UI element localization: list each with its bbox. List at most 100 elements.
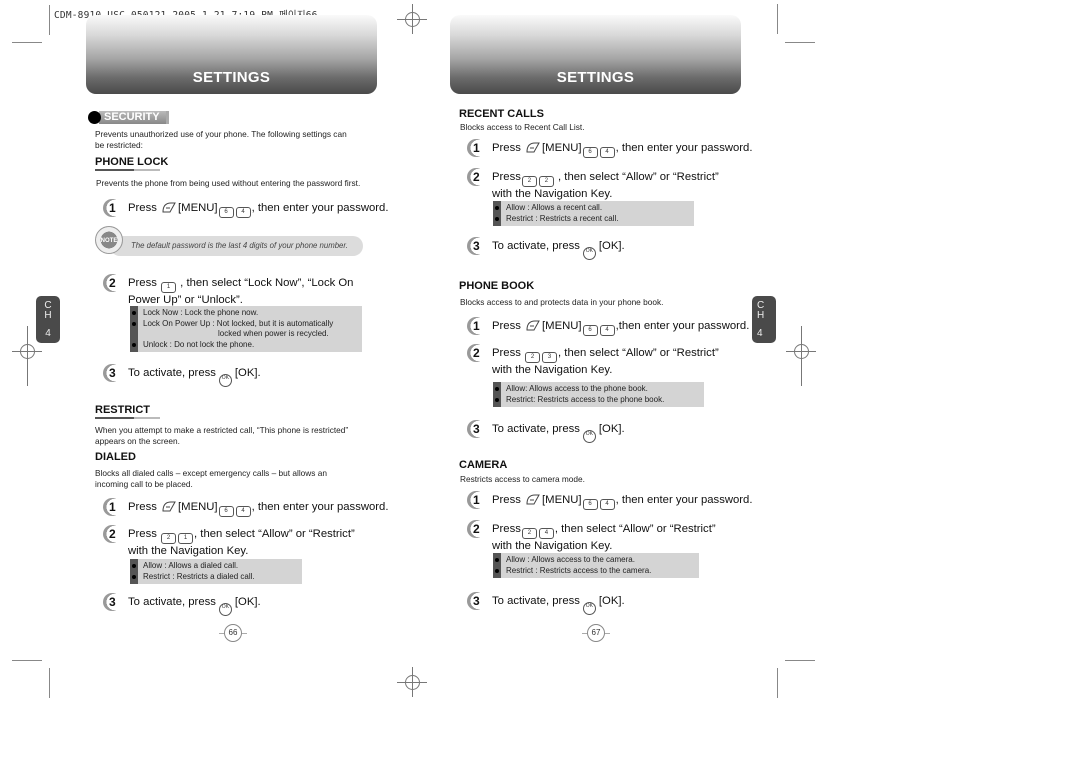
step-text: Press [492, 347, 521, 359]
bullet-item: Lock On Power Up : Not locked, but it is… [132, 319, 358, 330]
camera-desc: Restricts access to camera mode. [460, 474, 585, 484]
chapter-tab-h: H [757, 310, 765, 321]
step-text: , then select “Lock Now”, “Lock On [177, 277, 354, 289]
step-text: with the Navigation Key. [492, 364, 613, 376]
step-text: , then enter your password. [615, 142, 753, 154]
step-number-icon: 2 [103, 274, 121, 292]
step-text: To activate, press [128, 596, 216, 608]
step-number-icon: 1 [467, 491, 485, 509]
step-text: Press [492, 171, 521, 183]
step-item: 2 Press 1 , then select “Lock Now”, “Loc… [103, 274, 354, 307]
registration-mark-icon [397, 4, 427, 34]
bullet-item-continuation: locked when power is recycled. [218, 329, 329, 338]
key-4-icon: 4 [599, 499, 615, 510]
step-text: To activate, press [492, 423, 580, 435]
soft-key-icon [526, 494, 540, 505]
step-text: with the Navigation Key. [492, 188, 613, 200]
soft-key-icon [162, 501, 176, 512]
note-box: NOTE The default password is the last 4 … [95, 226, 363, 259]
key-4-icon: 4 [235, 207, 251, 218]
security-intro: Prevents unauthorized use of your phone.… [95, 129, 347, 151]
key-3-icon: 3 [542, 352, 558, 363]
note-text: The default password is the last 4 digit… [131, 241, 348, 250]
step-item: 3 To activate, press OK [OK]. [103, 593, 261, 616]
bullet-item: Allow : Allows a recent call. [495, 203, 690, 214]
crop-mark [12, 42, 42, 43]
ok-key-icon: OK [582, 247, 596, 260]
step-text: Press [492, 320, 521, 332]
step-number-icon: 3 [467, 420, 485, 438]
bullet-box: Lock Now : Lock the phone now. Lock On P… [130, 306, 362, 352]
key-2-icon: 2 [161, 533, 177, 544]
page-number: 67 [582, 624, 610, 642]
step-item: 3 To activate, press OK [OK]. [103, 364, 261, 387]
step-text: Press [128, 202, 157, 214]
crop-mark [777, 4, 778, 34]
step-number-icon: 3 [103, 593, 121, 611]
key-4-icon: 4 [235, 506, 251, 517]
step-text: [OK]. [234, 596, 261, 608]
bullet-item: Restrict : Restricts a recent call. [495, 214, 690, 225]
text-line: appears on the screen. [95, 436, 180, 446]
step-text: [OK]. [598, 240, 625, 252]
step-number-icon: 1 [103, 498, 121, 516]
section-heading-dialed: DIALED [95, 451, 136, 463]
bullet-item: Unlock : Do not lock the phone. [132, 340, 358, 351]
registration-mark-icon [397, 667, 427, 697]
step-item: 2 Press 23, then select “Allow” or “Rest… [467, 344, 719, 377]
bullet-box: Allow : Allows a recent call. Restrict :… [493, 201, 694, 226]
menu-label: [MENU] [178, 202, 218, 214]
bullet-item: Allow: Allows access to the phone book. [495, 384, 700, 395]
bullet-dot-icon [88, 110, 101, 124]
step-number-icon: 1 [467, 317, 485, 335]
step-text: , then enter your password. [615, 494, 753, 506]
key-6-icon: 6 [218, 506, 234, 517]
text-line: be restricted: [95, 140, 143, 150]
step-text: with the Navigation Key. [492, 540, 613, 552]
bullet-box: Allow: Allows access to the phone book. … [493, 382, 704, 407]
step-text: with the Navigation Key. [128, 545, 249, 557]
banner-title: SETTINGS [556, 69, 635, 86]
soft-key-icon [526, 142, 540, 153]
ok-key-icon: OK [582, 430, 596, 443]
security-tag: SECURITY [88, 110, 169, 124]
key-6-icon: 6 [582, 499, 598, 510]
step-item: 3 To activate, press OK [OK]. [467, 237, 625, 260]
crop-mark [49, 668, 50, 698]
step-text: , then select “Allow” or “Restrict” [194, 528, 355, 540]
step-text: To activate, press [492, 595, 580, 607]
chapter-tab: C H 4 [752, 296, 776, 343]
heading-underline [95, 417, 160, 419]
key-2-icon: 2 [538, 176, 554, 187]
key-2-icon: 2 [521, 176, 537, 187]
chapter-tab-number: 4 [757, 328, 763, 339]
step-text: Press [492, 523, 521, 535]
step-number-icon: 2 [467, 344, 485, 362]
note-icon: NOTE [95, 226, 123, 254]
step-item: 2 Press 2 4, then select “Allow” or “Restr… [467, 520, 716, 553]
step-text: Power Up” or “Unlock”. [128, 294, 243, 306]
bullet-item: Restrict : Restricts access to the camer… [495, 566, 695, 577]
step-text: Press [128, 528, 157, 540]
bullet-item: Allow : Allows a dialed call. [132, 561, 298, 572]
step-number-icon: 3 [103, 364, 121, 382]
left-page-banner: SETTINGS [86, 15, 377, 94]
dialed-desc: Blocks all dialed calls – except emergen… [95, 468, 327, 490]
registration-mark-icon [786, 326, 816, 386]
key-4-icon: 4 [599, 325, 615, 336]
menu-label: [MENU] [542, 494, 582, 506]
key-1-icon: 1 [161, 282, 177, 293]
key-4-icon: 4 [599, 147, 615, 158]
page-number: 66 [219, 624, 247, 642]
ok-key-icon: OK [218, 374, 232, 387]
step-item: 2 Press 2 2 , then select “Allow” or “Rest… [467, 168, 719, 201]
step-number-icon: 1 [103, 199, 121, 217]
crop-mark [12, 660, 42, 661]
soft-key-icon [162, 202, 176, 213]
step-item: 3 To activate, press OK [OK]. [467, 592, 625, 615]
restrict-desc: When you attempt to make a restricted ca… [95, 425, 348, 447]
step-text: , then enter your password. [251, 501, 389, 513]
heading-underline [95, 169, 160, 171]
crop-mark [777, 668, 778, 698]
step-number-icon: 1 [467, 139, 485, 157]
